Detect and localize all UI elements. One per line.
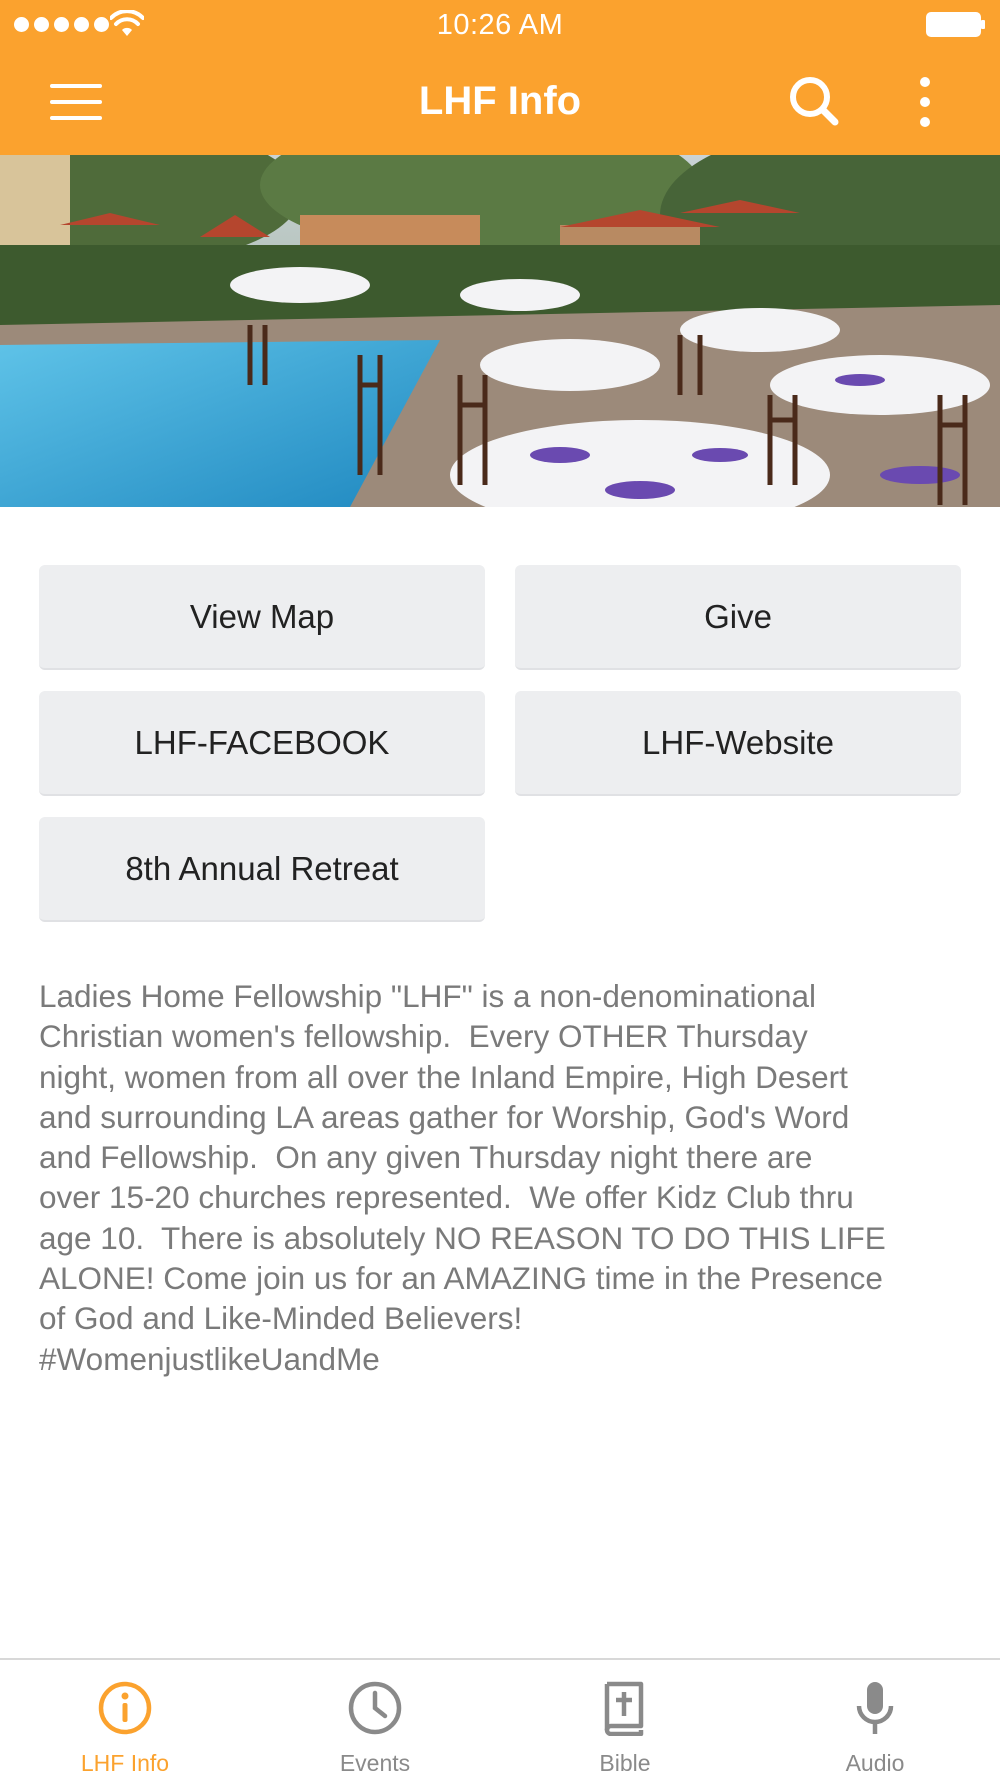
tab-bible[interactable]: Bible	[500, 1660, 750, 1778]
give-button[interactable]: Give	[515, 565, 961, 670]
tab-label: Audio	[845, 1750, 905, 1776]
battery-icon	[926, 12, 985, 37]
app-header: 10:26 AM LHF Info	[0, 0, 1000, 155]
tab-events[interactable]: Events	[250, 1660, 500, 1778]
website-button[interactable]: LHF-Website	[515, 691, 961, 796]
info-icon	[98, 1681, 152, 1735]
nav-bar: LHF Info	[0, 50, 1000, 155]
search-icon[interactable]	[785, 72, 845, 132]
description-text: Ladies Home Fellowship "LHF" is a non-de…	[39, 978, 886, 1377]
more-vertical-icon[interactable]	[900, 72, 950, 132]
tab-label: Events	[339, 1750, 411, 1776]
clock-icon	[348, 1681, 402, 1735]
tab-label: Bible	[599, 1750, 651, 1776]
tab-audio[interactable]: Audio	[750, 1660, 1000, 1778]
page-title: LHF Info	[418, 79, 582, 123]
status-time: 10:26 AM	[436, 9, 564, 41]
tab-bar: LHF Info Events Bible Audio	[0, 1658, 1000, 1778]
view-map-button[interactable]: View Map	[39, 565, 485, 670]
tab-label: LHF Info	[80, 1750, 170, 1776]
annual-retreat-button[interactable]: 8th Annual Retreat	[39, 817, 485, 922]
tab-lhf-info[interactable]: LHF Info	[0, 1660, 250, 1778]
status-bar: 10:26 AM	[0, 0, 1000, 50]
hero-image	[0, 155, 1000, 507]
facebook-button[interactable]: LHF-FACEBOOK	[39, 691, 485, 796]
poolside-banquet-photo	[0, 155, 1000, 507]
microphone-icon	[856, 1682, 894, 1734]
bible-icon	[604, 1681, 644, 1736]
